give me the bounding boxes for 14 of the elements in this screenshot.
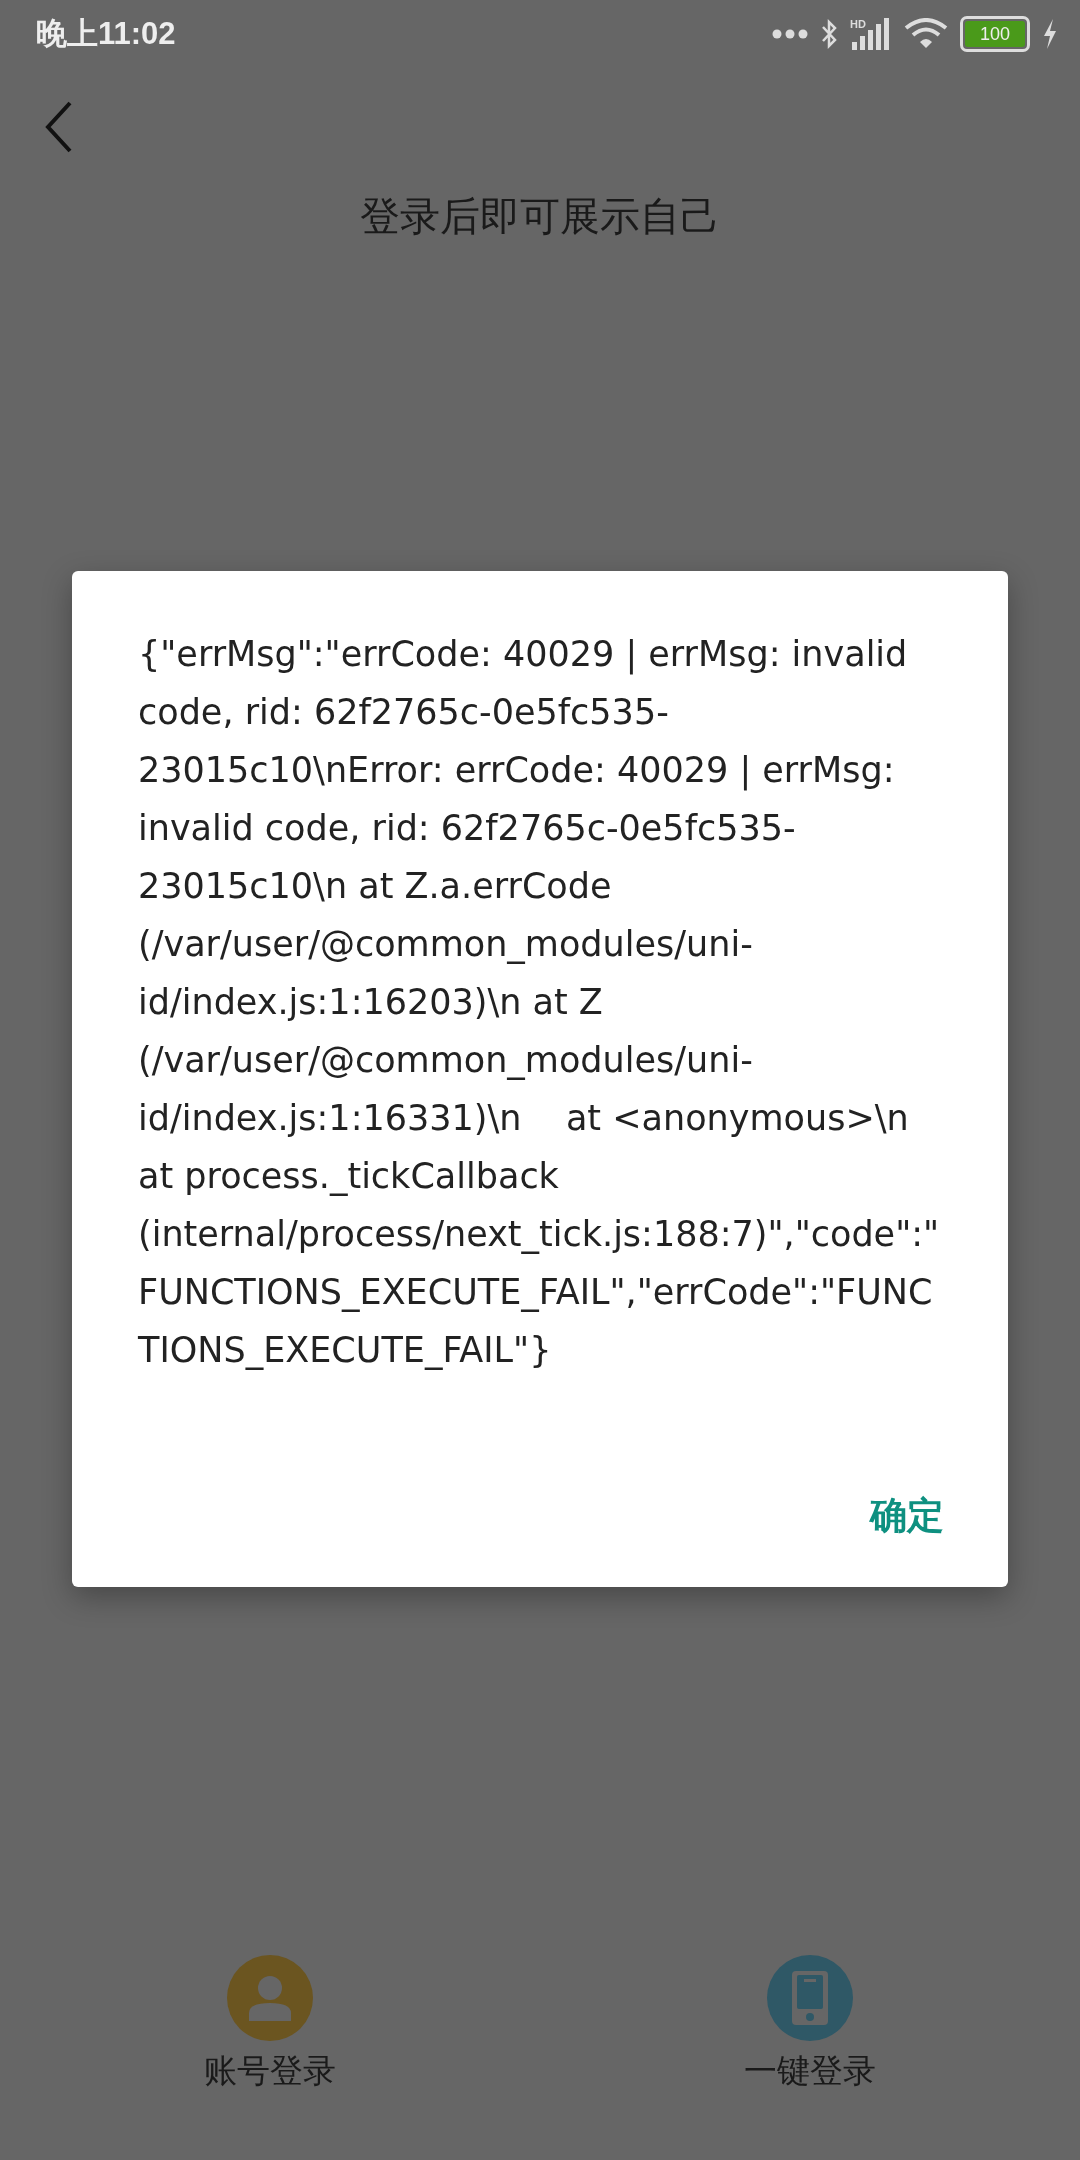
page-title: 登录后即可展示自己 bbox=[359, 192, 721, 241]
phone-icon bbox=[790, 1969, 830, 2027]
more-icon bbox=[772, 29, 808, 39]
login-option[interactable]: 账号登录 bbox=[180, 1955, 360, 2094]
charging-icon bbox=[1042, 19, 1058, 49]
bluetooth-icon bbox=[820, 19, 838, 49]
option-label: 一键登录 bbox=[744, 2051, 876, 2091]
confirm-button[interactable]: 确定 bbox=[864, 1485, 950, 1547]
option-label: 账号登录 bbox=[204, 2051, 336, 2091]
status-time: 晚上11:02 bbox=[36, 15, 176, 53]
battery-level: 100 bbox=[965, 21, 1025, 47]
wifi-icon bbox=[904, 18, 948, 50]
error-message: {"errMsg":"errCode: 40029 | errMsg: invalid code, rid: 62f2765c-0e5fc535-23015c10\nError: errCode: 40029 | errMsg: invalid code, rid: 62f2765c-0e5fc535-23015c10\n at Z.a.errCode (/var/user/@common_modules/uni-id/index.js:1:16203)\n at Z (/var/user/@common_modules/uni-id/index.js:1:16331)\n at <anonymous>\n at process._tickCallback (internal/process/next_tick.js:188:7)","code":"FUNCTIONS_EXECUTE_FAIL","errCode":"FUNCTIONS_EXECUTE_FAIL"} bbox=[138, 633, 941, 1372]
login-option[interactable]: 一键登录 bbox=[720, 1955, 900, 2094]
